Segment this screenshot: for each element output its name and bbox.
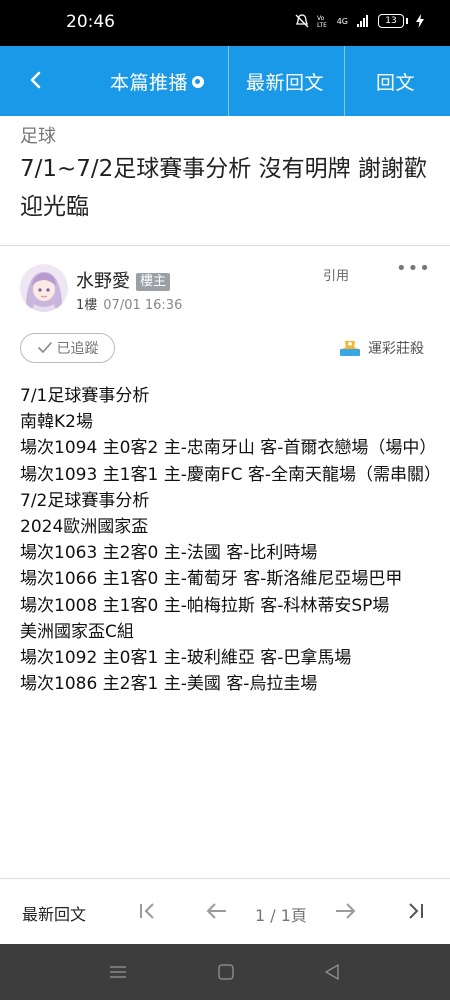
post-floor: 1樓 07/01 16:36 bbox=[76, 294, 182, 313]
content-line: 7/2足球賽事分析 bbox=[20, 490, 150, 511]
author-name[interactable]: 水野愛 樓主 bbox=[76, 267, 171, 293]
next-page-icon[interactable] bbox=[333, 899, 357, 923]
system-nav-bar bbox=[0, 944, 450, 1000]
check-icon bbox=[37, 342, 52, 353]
post-time: 07/01 16:36 bbox=[103, 298, 183, 313]
content-line: 場次1092 主0客1 主-玻利維亞 客-巴拿馬場 bbox=[20, 648, 352, 669]
mute-icon bbox=[295, 14, 309, 28]
thread-title: 7/1~7/2足球賽事分析 沒有明牌 謝謝歡迎光臨 bbox=[20, 156, 427, 220]
tab-divider bbox=[344, 46, 345, 116]
lottery-label: 運彩莊殺 bbox=[368, 341, 424, 357]
network-type: 4G bbox=[336, 16, 348, 26]
tab-latest-reply-label: 最新回文 bbox=[246, 72, 325, 94]
svg-text:LTE: LTE bbox=[317, 22, 327, 28]
status-bar: 20:46 Vo LTE 4G 13 bbox=[0, 0, 450, 46]
content-line: 南韓K2場 bbox=[20, 412, 93, 433]
battery-tip bbox=[406, 18, 408, 24]
push-dot-icon bbox=[192, 76, 205, 88]
tab-push[interactable]: 本篇推播 bbox=[110, 68, 205, 95]
more-icon[interactable]: ••• bbox=[396, 258, 431, 279]
content-line: 7/1足球賽事分析 bbox=[20, 386, 150, 406]
pager-bar: 最新回文 1 / 1頁 bbox=[0, 878, 450, 944]
page-indicator: 1 / 1頁 bbox=[255, 906, 307, 925]
battery-icon: 13 bbox=[378, 14, 404, 28]
quote-button[interactable]: 引用 bbox=[323, 265, 349, 284]
svg-text:Vo: Vo bbox=[317, 15, 325, 22]
content-line: 場次1093 主1客1 主-慶南FC 客-全南天龍場（需串關） bbox=[20, 464, 442, 485]
tab-divider bbox=[228, 46, 229, 116]
volte-icon: VoLTE bbox=[317, 15, 327, 28]
prev-page-icon[interactable] bbox=[205, 899, 229, 923]
content-line: 2024歐洲國家盃 bbox=[20, 517, 149, 538]
status-icons: Vo LTE 4G 13 bbox=[295, 14, 424, 28]
signal-icon bbox=[357, 15, 368, 27]
battery-level: 13 bbox=[385, 15, 397, 26]
last-page-icon[interactable] bbox=[403, 899, 427, 923]
tab-latest-reply[interactable]: 最新回文 bbox=[246, 68, 324, 95]
content-line: 場次1008 主1客0 主-帕梅拉斯 客-科林蒂安SP場 bbox=[20, 595, 390, 616]
content-line: 場次1086 主2客1 主-美國 客-烏拉圭場 bbox=[20, 674, 318, 695]
avatar[interactable] bbox=[20, 264, 68, 312]
trophy-icon bbox=[340, 341, 360, 356]
follow-label: 已追蹤 bbox=[56, 341, 99, 357]
header-divider bbox=[0, 245, 450, 246]
latest-reply-button[interactable]: 最新回文 bbox=[22, 901, 86, 925]
content-line: 場次1063 主2客0 主-法國 客-比利時場 bbox=[20, 543, 318, 564]
tab-reply-label: 回文 bbox=[376, 72, 416, 94]
app-bar: 本篇推播 最新回文 回文 bbox=[0, 46, 450, 116]
charging-icon bbox=[416, 14, 424, 28]
content-line: 場次1066 主1客0 主-葡萄牙 客-斯洛維尼亞場巴甲 bbox=[20, 569, 403, 590]
menu-icon[interactable] bbox=[108, 962, 128, 982]
follow-button[interactable]: 已追蹤 bbox=[20, 333, 115, 363]
content-line: 美洲國家盃C組 bbox=[20, 621, 134, 642]
tab-push-label: 本篇推播 bbox=[110, 72, 189, 94]
first-page-icon[interactable] bbox=[136, 899, 160, 923]
post-content: 7/1足球賽事分析 南韓K2場 場次1094 主0客2 主-忠南牙山 客-首爾衣… bbox=[20, 383, 442, 697]
owner-badge: 樓主 bbox=[136, 273, 171, 291]
tab-reply[interactable]: 回文 bbox=[376, 68, 415, 95]
back-icon[interactable] bbox=[322, 962, 342, 982]
author-name-text: 水野愛 bbox=[76, 271, 130, 292]
status-time: 20:46 bbox=[66, 12, 115, 32]
content-line: 場次1094 主0客2 主-忠南牙山 客-首爾衣戀場（場中） bbox=[20, 438, 437, 459]
thread-category[interactable]: 足球 bbox=[20, 122, 56, 148]
lottery-link[interactable]: 運彩莊殺 bbox=[338, 338, 424, 358]
floor-number: 1樓 bbox=[76, 298, 98, 313]
back-arrow-icon[interactable] bbox=[22, 66, 50, 94]
home-icon[interactable] bbox=[216, 962, 236, 982]
